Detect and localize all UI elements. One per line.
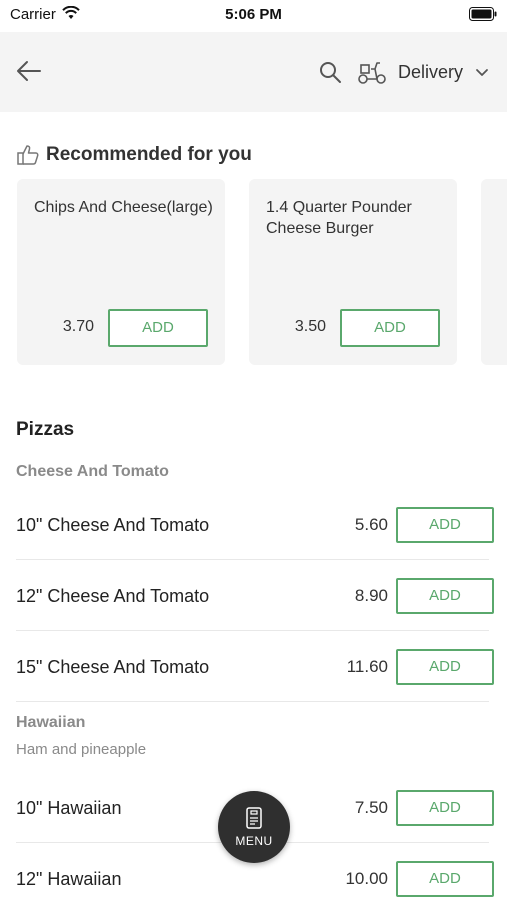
menu-item-price: 8.90 (354, 586, 388, 605)
group-description: Ham and pineapple (16, 741, 147, 758)
back-arrow-icon[interactable] (12, 54, 46, 88)
recommended-item-name: Chips And Cheese(large) (34, 199, 213, 216)
add-button[interactable]: ADD (396, 861, 494, 897)
recommended-item-price: 3.50 (294, 318, 326, 335)
menu-fab-button[interactable]: MENU (218, 791, 290, 863)
add-button[interactable]: ADD (396, 507, 494, 543)
divider (16, 630, 489, 631)
recommended-card[interactable]: Chips And Cheese(large) 3.70 ADD (17, 179, 225, 365)
section-title-pizzas: Pizzas (16, 419, 75, 440)
menu-card-icon (246, 807, 262, 829)
recommended-card-partial[interactable] (481, 179, 507, 365)
divider (16, 701, 489, 702)
menu-item-name: 12" Hawaiian (16, 869, 122, 889)
add-button[interactable]: ADD (396, 649, 494, 685)
menu-fab-label: MENU (235, 834, 273, 848)
group-title: Cheese And Tomato (16, 463, 169, 480)
recommended-item-name: 1.4 Quarter Pounder Cheese Burger (266, 199, 412, 237)
search-icon[interactable] (318, 60, 342, 84)
menu-item-name: 10" Hawaiian (16, 798, 122, 818)
thumbs-up-icon (17, 145, 39, 165)
recommended-card[interactable]: 1.4 Quarter Pounder Cheese Burger 3.50 A… (249, 179, 457, 365)
battery-icon (469, 7, 497, 21)
group-title: Hawaiian (16, 714, 86, 731)
clock: 5:06 PM (225, 6, 282, 23)
menu-item-price: 5.60 (354, 515, 388, 534)
menu-item-price: 10.00 (345, 869, 388, 888)
add-button[interactable]: ADD (340, 309, 440, 347)
top-bar: Delivery (0, 32, 507, 112)
recommended-item-price: 3.70 (62, 318, 94, 335)
menu-item-name: 10" Cheese And Tomato (16, 515, 210, 535)
status-bar: Carrier 5:06 PM (0, 0, 507, 30)
menu-item-name: 12" Cheese And Tomato (16, 586, 210, 606)
recommended-header: Recommended for you (16, 142, 252, 168)
menu-item-row[interactable]: 10" Cheese And Tomato 5.60 ADD (0, 490, 507, 560)
recommended-title: Recommended for you (46, 144, 252, 165)
menu-item-price: 7.50 (354, 798, 388, 817)
menu-item-row[interactable]: 12" Cheese And Tomato 8.90 ADD (0, 561, 507, 631)
add-button[interactable]: ADD (396, 790, 494, 826)
chevron-down-icon[interactable] (475, 67, 489, 79)
menu-item-name: 15" Cheese And Tomato (16, 657, 210, 677)
delivery-mode-label[interactable]: Delivery (398, 62, 463, 83)
delivery-scooter-icon[interactable] (357, 59, 387, 85)
add-button[interactable]: ADD (108, 309, 208, 347)
divider (16, 559, 489, 560)
menu-item-price: 11.60 (346, 657, 388, 676)
menu-item-row[interactable]: 15" Cheese And Tomato 11.60 ADD (0, 632, 507, 702)
add-button[interactable]: ADD (396, 578, 494, 614)
